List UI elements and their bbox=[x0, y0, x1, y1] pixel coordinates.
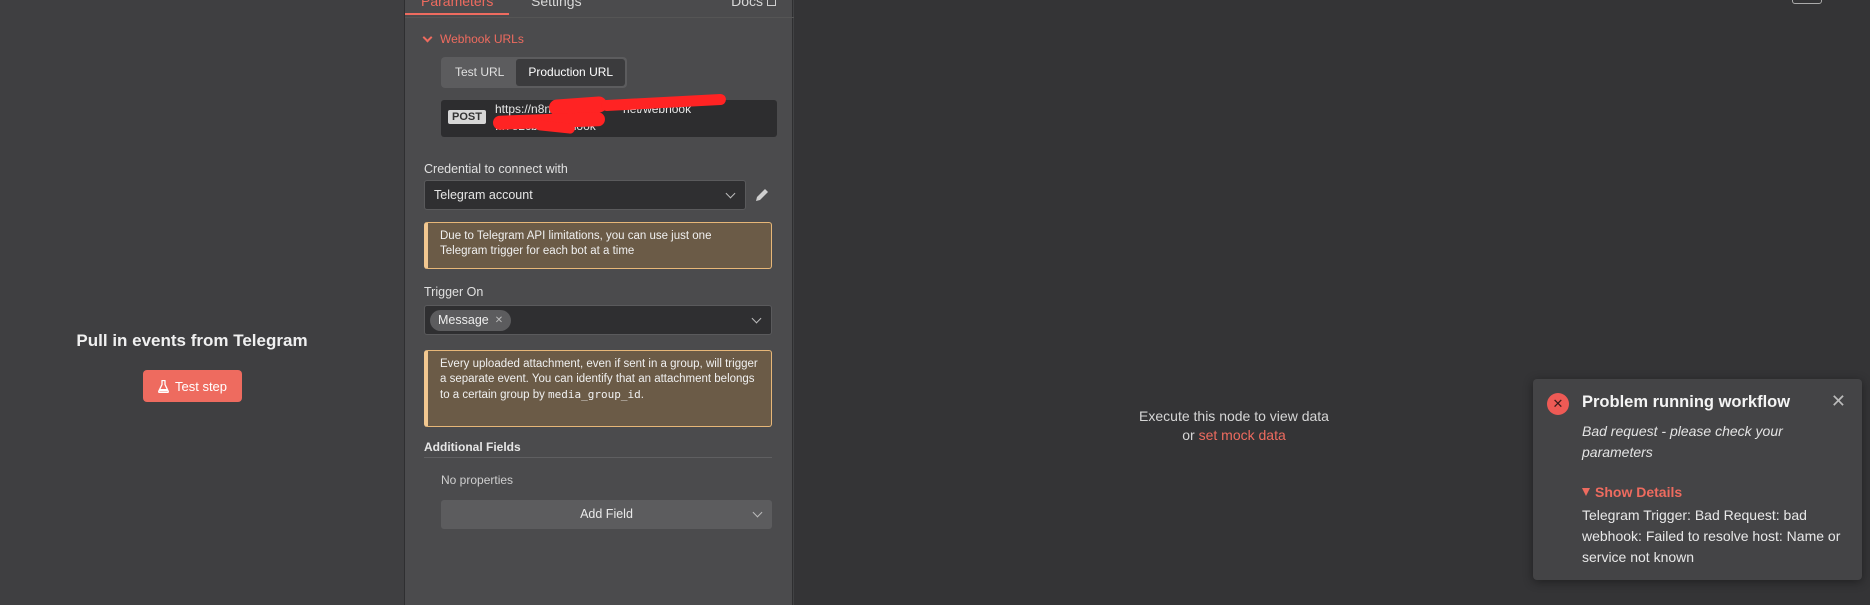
test-step-label: Test step bbox=[174, 378, 228, 394]
webhook-urls-label: Webhook URLs bbox=[440, 32, 524, 46]
tab-settings[interactable]: Settings bbox=[531, 0, 582, 9]
show-details-toggle[interactable]: Show Details bbox=[1582, 484, 1682, 500]
trigger-chip: Message ✕ bbox=[430, 310, 512, 331]
external-link-icon bbox=[767, 0, 776, 6]
error-details: Telegram Trigger: Bad Request: bad webho… bbox=[1582, 507, 1841, 565]
url-type-toggle: Test URL Production URL bbox=[441, 57, 628, 88]
credential-value: Telegram account bbox=[434, 188, 533, 202]
additional-fields-heading: Additional Fields bbox=[424, 440, 772, 458]
chevron-down-icon bbox=[422, 32, 433, 42]
close-icon[interactable]: ✕ bbox=[1831, 391, 1846, 412]
test-url-option[interactable]: Test URL bbox=[443, 59, 516, 86]
no-properties-text: No properties bbox=[441, 473, 514, 487]
panel-tabs: Parameters Settings Docs bbox=[405, 0, 794, 18]
docs-link[interactable]: Docs bbox=[731, 0, 776, 9]
docs-label: Docs bbox=[731, 0, 763, 9]
chevron-down-icon bbox=[751, 313, 762, 324]
trigger-on-label: Trigger On bbox=[424, 285, 484, 299]
empty-output-message: Execute this node to view data or set mo… bbox=[1124, 407, 1344, 445]
input-panel: Pull in events from Telegram Test step bbox=[0, 0, 404, 605]
panel-control[interactable] bbox=[1792, 0, 1822, 4]
production-url-option[interactable]: Production URL bbox=[516, 59, 626, 86]
edit-pencil-icon[interactable] bbox=[754, 187, 770, 203]
test-step-button[interactable]: Test step bbox=[143, 370, 242, 402]
close-icon[interactable]: ✕ bbox=[495, 310, 503, 331]
chevron-down-icon bbox=[725, 188, 736, 199]
telegram-limitation-notice: Due to Telegram API limitations, you can… bbox=[424, 222, 772, 269]
credential-select[interactable]: Telegram account bbox=[424, 180, 746, 210]
credential-label: Credential to connect with bbox=[424, 162, 568, 176]
add-field-button[interactable]: Add Field bbox=[441, 500, 772, 529]
trigger-chip-label: Message bbox=[438, 313, 489, 327]
triangle-down-icon bbox=[1582, 488, 1590, 496]
toast-subtitle: Bad request - please check your paramete… bbox=[1582, 423, 1783, 460]
code-snippet: media_group_id bbox=[548, 388, 641, 401]
trigger-on-select[interactable]: Message ✕ bbox=[424, 305, 772, 335]
tab-parameters[interactable]: Parameters bbox=[405, 0, 510, 15]
error-icon: ✕ bbox=[1547, 393, 1569, 415]
http-method-badge: POST bbox=[448, 110, 486, 124]
flask-icon bbox=[158, 379, 169, 393]
show-details-label: Show Details bbox=[1595, 484, 1683, 500]
parameters-panel: Parameters Settings Docs Webhook URLs Te… bbox=[404, 0, 794, 605]
node-description: Pull in events from Telegram bbox=[76, 331, 308, 350]
toast-title: Problem running workflow bbox=[1582, 393, 1791, 411]
attachment-notice: Every uploaded attachment, even if sent … bbox=[424, 350, 772, 427]
webhook-urls-toggle[interactable]: Webhook URLs bbox=[422, 32, 524, 46]
execute-hint: Execute this node to view data bbox=[1139, 408, 1329, 424]
chevron-down-icon bbox=[752, 507, 763, 518]
webhook-url-display[interactable]: POST https://n8nnet/webhook ...7e2cb2/we… bbox=[441, 93, 777, 137]
add-field-label: Add Field bbox=[580, 507, 633, 521]
error-toast: ✕ Problem running workflow ✕ Bad request… bbox=[1533, 379, 1862, 580]
set-mock-data-link[interactable]: set mock data bbox=[1199, 427, 1286, 443]
